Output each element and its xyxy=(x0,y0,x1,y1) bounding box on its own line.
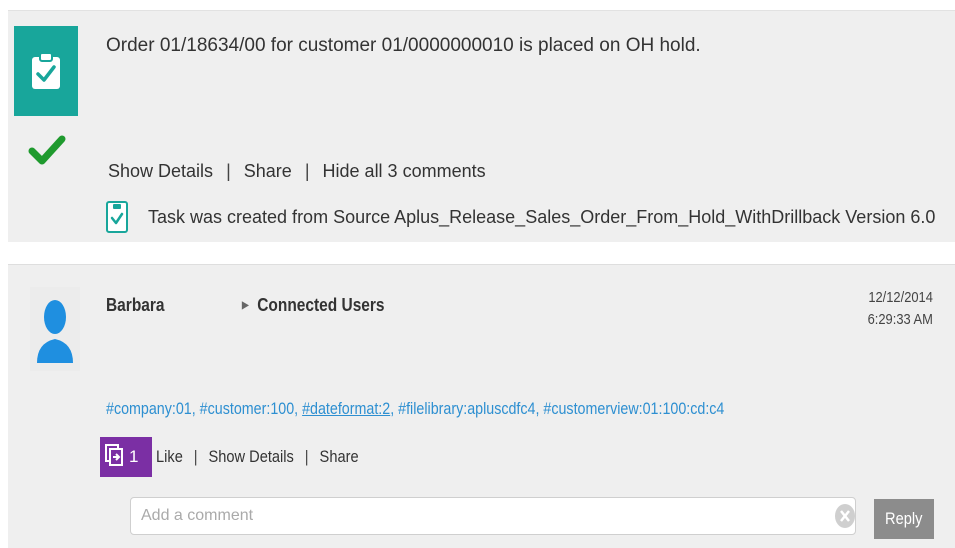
checkmark-icon xyxy=(28,133,66,167)
separator: | xyxy=(226,161,231,181)
task-card: Order 01/18634/00 for customer 01/000000… xyxy=(8,10,955,242)
separator: | xyxy=(193,447,198,466)
post-time: 6:29:33 AM xyxy=(867,311,933,328)
hashtag-link[interactable]: #customerview:01:100:cd:c4 xyxy=(543,399,724,418)
hashtag-link[interactable]: #company:01 xyxy=(106,399,192,418)
like-link[interactable]: Like xyxy=(156,447,183,466)
clear-icon[interactable] xyxy=(834,503,856,529)
user-avatar-icon[interactable] xyxy=(30,287,80,371)
reply-button[interactable]: Reply xyxy=(874,499,934,539)
hashtag-list: #company:01, #customer:100, #dateformat:… xyxy=(106,399,724,419)
post-card: Barbara ▶ Connected Users 12/12/2014 6:2… xyxy=(8,264,955,548)
clipboard-check-icon xyxy=(14,26,78,116)
hide-comments-link[interactable]: Hide all 3 comments xyxy=(323,161,486,181)
show-details-link[interactable]: Show Details xyxy=(209,447,294,466)
task-comment-text: Task was created from Source Aplus_Relea… xyxy=(148,206,936,227)
separator: | xyxy=(304,161,310,181)
triangle-right-icon: ▶ xyxy=(242,300,249,311)
hashtag-link[interactable]: #filelibrary:apluscdfc4 xyxy=(398,399,535,418)
share-link[interactable]: Share xyxy=(244,161,292,181)
hashtag-separator: , xyxy=(191,399,200,418)
like-count: 1 xyxy=(129,447,139,466)
like-badge[interactable]: 1 xyxy=(100,437,152,477)
author-name[interactable]: Barbara xyxy=(106,295,165,316)
hashtag-link[interactable]: #customer:100 xyxy=(200,399,294,418)
group-link[interactable]: ▶ Connected Users xyxy=(242,295,385,316)
separator: | xyxy=(304,447,309,466)
group-name: Connected Users xyxy=(257,295,385,315)
hashtag-separator: , xyxy=(535,399,544,418)
share-link[interactable]: Share xyxy=(320,447,359,466)
like-row: 1 Like | Show Details | Share xyxy=(100,437,392,477)
comment-input[interactable] xyxy=(130,497,856,535)
post-timestamp: 12/12/2014 6:29:33 AM xyxy=(868,287,933,331)
hashtag-separator: , xyxy=(390,399,399,418)
hashtag-link[interactable]: #dateformat:2 xyxy=(302,399,390,418)
task-actions: Show Details | Share | Hide all 3 commen… xyxy=(108,161,486,182)
reply-label: Reply xyxy=(885,509,923,528)
show-details-link[interactable]: Show Details xyxy=(108,161,213,181)
post-date: 12/12/2014 xyxy=(868,289,933,306)
clipboard-check-icon xyxy=(106,201,128,233)
task-comment: Task was created from Source Aplus_Relea… xyxy=(106,201,935,233)
share-box-icon xyxy=(105,443,123,471)
task-title: Order 01/18634/00 for customer 01/000000… xyxy=(106,35,701,56)
post-actions: Like | Show Details | Share xyxy=(156,447,359,467)
